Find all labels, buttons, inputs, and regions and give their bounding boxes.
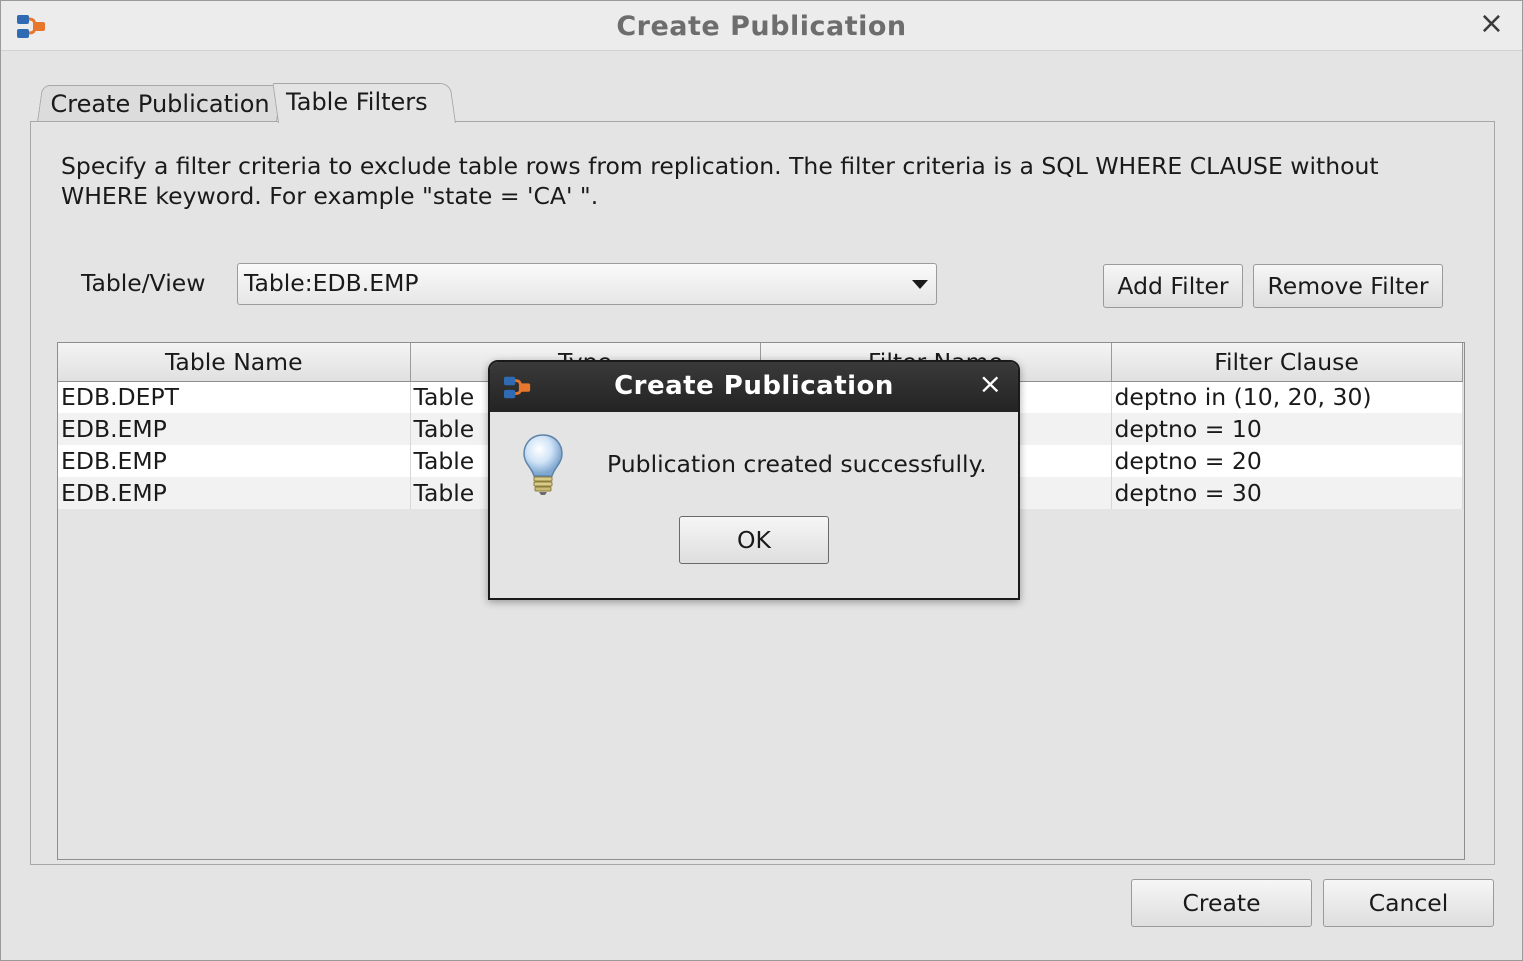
success-dialog: Create Publication × Publication created… bbox=[488, 360, 1020, 600]
cell-table-name: EDB.EMP bbox=[58, 445, 411, 477]
remove-filter-button[interactable]: Remove Filter bbox=[1253, 264, 1443, 308]
instructions-text: Specify a filter criteria to exclude tab… bbox=[61, 152, 1379, 210]
tab-table-filters[interactable]: Table Filters bbox=[272, 83, 456, 123]
dialog-title-bar: Create Publication × bbox=[490, 362, 1018, 412]
dialog-message: Publication created successfully. bbox=[607, 450, 987, 478]
create-button[interactable]: Create bbox=[1131, 879, 1312, 927]
cancel-button[interactable]: Cancel bbox=[1323, 879, 1494, 927]
close-icon[interactable]: × bbox=[979, 370, 1002, 398]
cell-filter-clause: deptno = 20 bbox=[1111, 445, 1463, 477]
tab-label: Table Filters bbox=[286, 88, 428, 116]
chevron-down-icon[interactable] bbox=[912, 280, 928, 289]
column-header-table-name[interactable]: Table Name bbox=[58, 343, 411, 382]
lightbulb-icon bbox=[523, 434, 563, 495]
table-view-label: Table/View bbox=[81, 269, 206, 297]
ok-button[interactable]: OK bbox=[679, 516, 829, 564]
cell-filter-clause: deptno = 10 bbox=[1111, 413, 1463, 445]
column-header-filter-clause[interactable]: Filter Clause bbox=[1111, 343, 1463, 382]
tab-label: Create Publication bbox=[50, 90, 270, 118]
title-bar: Create Publication × bbox=[1, 1, 1522, 51]
cell-table-name: EDB.EMP bbox=[58, 413, 411, 445]
dialog-title: Create Publication bbox=[614, 371, 894, 401]
table-view-select[interactable]: Table:EDB.EMP bbox=[237, 263, 937, 305]
close-icon[interactable]: × bbox=[1479, 9, 1504, 39]
window-title: Create Publication bbox=[616, 11, 907, 42]
tab-create-publication[interactable]: Create Publication bbox=[37, 85, 283, 122]
cell-table-name: EDB.DEPT bbox=[58, 381, 411, 413]
cell-filter-clause: deptno = 30 bbox=[1111, 477, 1463, 509]
cell-filter-clause: deptno in (10, 20, 30) bbox=[1111, 381, 1463, 413]
cell-table-name: EDB.EMP bbox=[58, 477, 411, 509]
add-filter-button[interactable]: Add Filter bbox=[1103, 264, 1243, 308]
table-view-selected: Table:EDB.EMP bbox=[244, 269, 419, 297]
